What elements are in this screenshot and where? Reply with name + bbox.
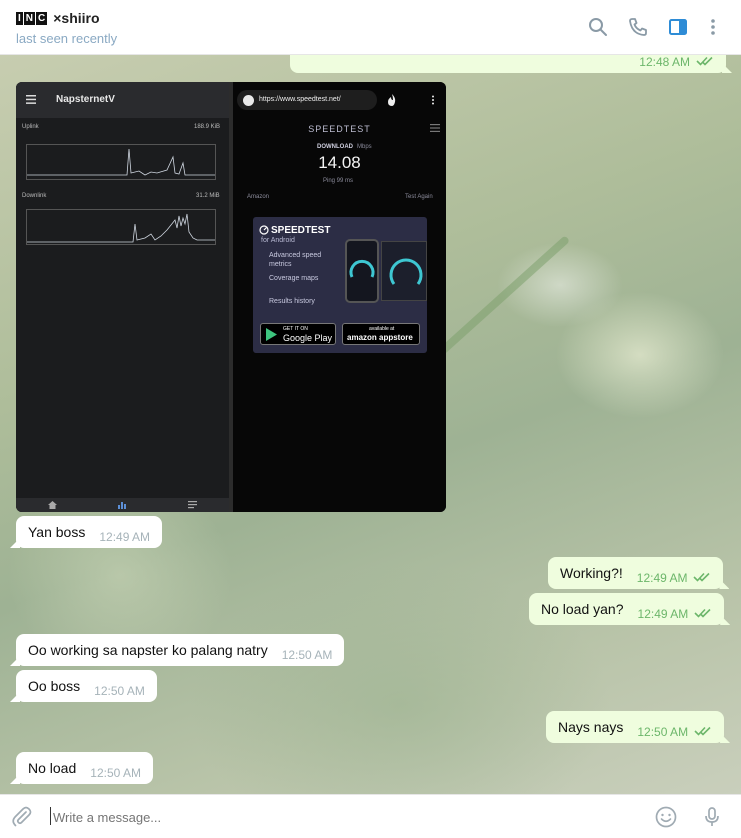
message-time: 12:50 AM — [94, 683, 145, 698]
message-composer — [0, 794, 741, 838]
message-time: 12:49 AM — [99, 529, 151, 544]
google-badge-text: Google Play — [283, 333, 333, 343]
sidebar-toggle-icon[interactable] — [667, 16, 689, 38]
napsternet-bottom-nav — [16, 498, 229, 512]
message-incoming[interactable]: Oo boss 12:50 AM — [16, 670, 157, 702]
speedtest-screenshot: https://www.speedtest.net/ SPEEDTEST DOW… — [233, 82, 446, 512]
amazon-badge-text: amazon appstore — [347, 333, 413, 342]
downlink-graph — [26, 209, 216, 245]
message-text: Oo boss — [28, 678, 81, 694]
test-again-label: Test Again — [405, 194, 433, 200]
google-play-badge: GET IT ON Google Play — [260, 323, 336, 345]
tablet-mockup — [381, 241, 427, 301]
downlink-value: 31.2 MiB — [196, 193, 220, 199]
uplink-value: 188.9 KiB — [194, 124, 221, 130]
name-tag-letter: I — [16, 11, 23, 25]
double-check-icon — [694, 723, 712, 739]
speedtest-logo: SPEEDTEST — [308, 124, 371, 134]
message-time: 12:50 AM — [90, 765, 141, 780]
amazon-appstore-badge: available at amazon appstore — [342, 323, 420, 345]
napsternet-title: NapsternetV — [56, 94, 115, 105]
phone-mockup — [345, 239, 379, 303]
contact-name[interactable]: I N C ×shiiro — [16, 10, 100, 26]
message-time: 12:50 AM — [637, 724, 689, 739]
message-incoming[interactable]: No load 12:50 AM — [16, 752, 153, 784]
contact-name-text: ×shiiro — [53, 10, 100, 26]
promo-feature: Advanced speed metrics — [269, 252, 322, 268]
uplink-label: Uplink — [22, 124, 39, 130]
message-text: Working?! — [560, 565, 623, 581]
message-time: 12:49 AM — [637, 606, 689, 621]
search-icon[interactable] — [587, 16, 609, 38]
contact-status: last seen recently — [16, 31, 118, 46]
double-check-icon — [694, 605, 712, 621]
name-tag-letter: C — [36, 11, 48, 25]
stats-icon — [118, 502, 126, 509]
provider-label: Amazon — [247, 194, 270, 200]
uplink-graph — [26, 144, 216, 180]
message-text: Oo working sa napster ko palang natry — [28, 642, 268, 658]
browser-logo-icon — [243, 95, 254, 106]
home-icon — [48, 501, 57, 509]
message-incoming[interactable]: Oo working sa napster ko palang natry 12… — [16, 634, 345, 666]
menu-icon — [26, 95, 36, 104]
napsternet-appbar: NapsternetV — [16, 82, 229, 118]
attach-icon[interactable] — [10, 805, 34, 829]
message-text: No load — [28, 760, 77, 776]
message-text: No load yan? — [541, 601, 624, 617]
flame-icon — [388, 94, 396, 106]
message-text: Yan boss — [28, 524, 86, 540]
download-value: 14.08 — [318, 153, 361, 172]
speedtest-android-promo: SPEEDTEST for Android Advanced speed met… — [253, 217, 427, 353]
double-check-icon — [693, 569, 711, 585]
message-input[interactable] — [50, 803, 630, 831]
ping-value: Ping 99 ms — [323, 178, 354, 184]
download-unit: Mbps — [357, 144, 372, 150]
hamburger-icon — [430, 124, 440, 132]
downlink-label: Downlink — [22, 193, 47, 199]
chat-header: I N C ×shiiro last seen recently — [0, 0, 741, 55]
speedtest-gauge-icon — [259, 225, 269, 235]
message-time: 12:50 AM — [281, 647, 333, 662]
more-vertical-icon[interactable] — [702, 16, 724, 38]
message-outgoing[interactable]: Working?! 12:49 AM — [548, 557, 724, 589]
message-outgoing[interactable]: No load yan? 12:49 AM — [529, 593, 725, 625]
amazon-badge-top: available at — [369, 326, 395, 332]
name-tag-letter: N — [23, 11, 36, 25]
promo-feature: Coverage maps — [269, 275, 319, 282]
phone-icon[interactable] — [627, 16, 649, 38]
image-message[interactable]: NapsternetV Uplink 188.9 KiB Downlink 31… — [16, 82, 446, 512]
browser-url: https://www.speedtest.net/ — [259, 96, 341, 103]
download-label: DOWNLOAD — [317, 144, 353, 150]
microphone-icon[interactable] — [700, 805, 724, 829]
message-time: 12:49 AM — [636, 570, 688, 585]
message-outgoing[interactable]: Nays nays 12:50 AM — [546, 711, 725, 743]
napsternet-screenshot: NapsternetV Uplink 188.9 KiB Downlink 31… — [16, 82, 229, 512]
message-incoming[interactable]: Yan boss 12:49 AM — [16, 516, 163, 548]
google-badge-top: GET IT ON — [283, 326, 308, 332]
chat-history[interactable]: 12:48 AM NapsternetV Uplink 188.9 KiB Do… — [0, 55, 741, 794]
emoji-icon[interactable] — [654, 805, 678, 829]
message-time: 12:48 AM — [639, 55, 690, 69]
promo-title: SPEEDTEST — [271, 225, 331, 236]
message-text: Nays nays — [558, 719, 624, 735]
play-store-icon — [266, 328, 277, 341]
promo-feature: Results history — [269, 298, 315, 305]
message-outgoing[interactable]: 12:48 AM — [290, 55, 726, 73]
browser-menu-icon — [432, 95, 434, 105]
double-check-icon — [696, 55, 714, 69]
promo-subtitle: for Android — [261, 237, 295, 244]
list-icon — [188, 501, 197, 509]
